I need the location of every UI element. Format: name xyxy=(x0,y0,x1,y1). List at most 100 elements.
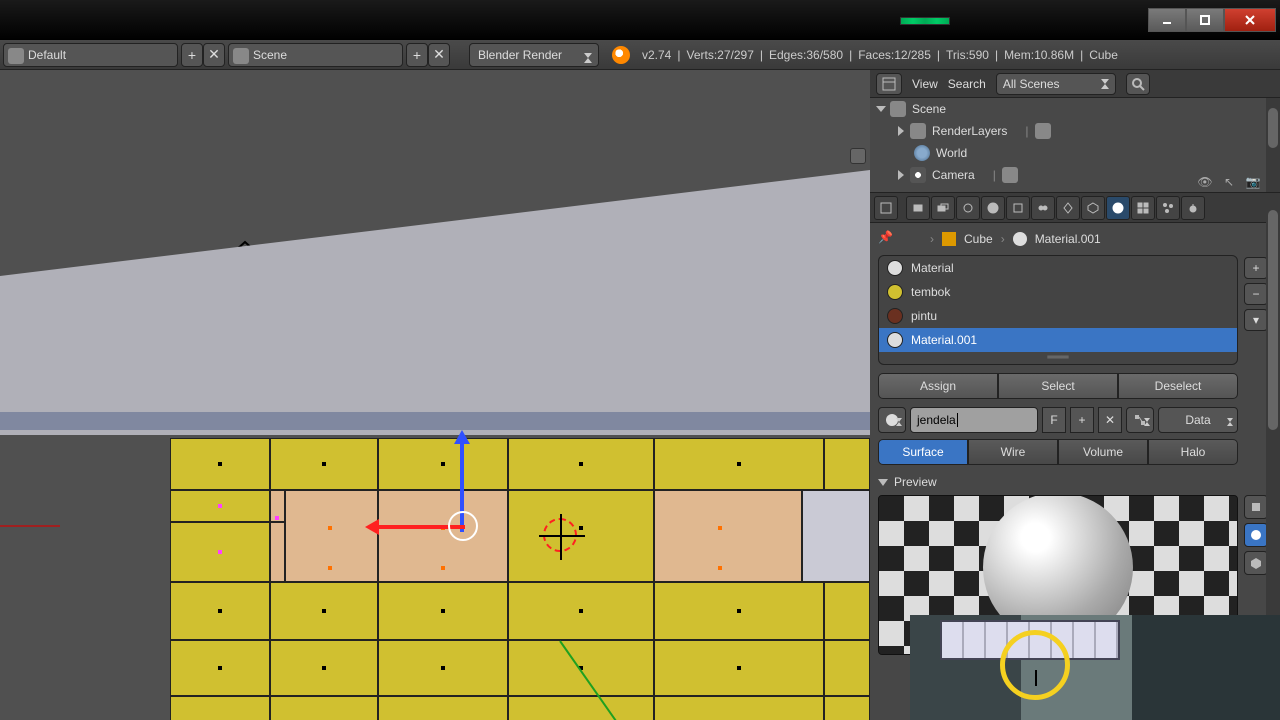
render-engine-label: Blender Render xyxy=(478,48,562,62)
outliner-label: Camera xyxy=(932,168,975,182)
material-slot[interactable]: tembok xyxy=(879,280,1237,304)
scrollbar-thumb[interactable] xyxy=(1268,210,1278,430)
scrollbar-thumb[interactable] xyxy=(1268,108,1278,148)
tab-world[interactable] xyxy=(981,196,1005,220)
material-unlink-button[interactable]: ✕ xyxy=(1098,407,1122,433)
window-close-button[interactable] xyxy=(1224,8,1276,32)
scene-add-button[interactable]: + xyxy=(406,43,428,67)
window-maximize-button[interactable] xyxy=(1186,8,1224,32)
visibility-eye-icon[interactable]: 👁 xyxy=(1196,174,1214,190)
breadcrumb-object[interactable]: Cube xyxy=(964,232,993,246)
outliner-search-icon[interactable] xyxy=(1126,73,1150,95)
text-cursor-icon xyxy=(1035,670,1037,686)
tab-renderlayers[interactable] xyxy=(931,196,955,220)
outliner-search-menu[interactable]: Search xyxy=(948,77,986,91)
selectable-cursor-icon[interactable]: ↖ xyxy=(1220,174,1238,190)
preview-label: Preview xyxy=(894,475,937,489)
tab-render[interactable] xyxy=(906,196,930,220)
tab-texture[interactable] xyxy=(1131,196,1155,220)
material-slot[interactable]: pintu xyxy=(879,304,1237,328)
tab-constraints[interactable] xyxy=(1031,196,1055,220)
stat-verts: Verts:27/297 xyxy=(686,48,753,62)
info-header: Default + ✕ Scene + ✕ Blender Render v2.… xyxy=(0,40,1280,70)
disclosure-icon[interactable] xyxy=(898,126,904,136)
material-remove-button[interactable]: − xyxy=(1244,283,1268,305)
shading-surface-button[interactable]: Surface xyxy=(878,439,968,465)
material-swatch xyxy=(887,260,903,276)
cube-icon xyxy=(942,232,956,246)
scene-label: Scene xyxy=(253,48,287,62)
material-add-button[interactable]: + xyxy=(1244,257,1268,279)
tab-modifiers[interactable] xyxy=(1056,196,1080,220)
scene-remove-button[interactable]: ✕ xyxy=(428,43,450,67)
renderlayers-icon xyxy=(910,123,926,139)
material-slot[interactable]: Material xyxy=(879,256,1237,280)
shading-halo-button[interactable]: Halo xyxy=(1148,439,1238,465)
renderlayer-sub-icon xyxy=(1035,123,1051,139)
material-slot[interactable]: Material.001 xyxy=(879,328,1237,352)
outliner-item-renderlayers[interactable]: RenderLayers | xyxy=(870,120,1280,142)
shading-volume-button[interactable]: Volume xyxy=(1058,439,1148,465)
tab-scene[interactable] xyxy=(956,196,980,220)
outliner-item-scene[interactable]: Scene xyxy=(870,98,1280,120)
3d-viewport[interactable] xyxy=(0,70,870,720)
preview-sphere-button[interactable] xyxy=(1244,523,1268,547)
material-browse-button[interactable] xyxy=(878,407,906,433)
activity-indicator xyxy=(900,17,950,25)
3d-cursor[interactable] xyxy=(543,518,577,552)
layout-selector[interactable]: Default xyxy=(3,43,178,67)
outliner-item-world[interactable]: World xyxy=(870,142,1280,164)
gizmo-center[interactable] xyxy=(448,511,478,541)
renderable-camera-icon[interactable]: 📷 xyxy=(1244,174,1262,190)
material-swatch xyxy=(887,332,903,348)
stat-version: v2.74 xyxy=(642,48,671,62)
breadcrumb-material[interactable]: Material.001 xyxy=(1035,232,1101,246)
select-button[interactable]: Select xyxy=(998,373,1118,399)
disclosure-icon[interactable] xyxy=(876,106,886,112)
outliner-filter-select[interactable]: All Scenes xyxy=(996,73,1116,95)
disclosure-icon[interactable] xyxy=(878,479,888,486)
tab-object[interactable] xyxy=(1006,196,1030,220)
outliner-label: Scene xyxy=(912,102,946,116)
material-specials-button[interactable]: ▾ xyxy=(1244,309,1268,331)
material-new-button[interactable]: + xyxy=(1070,407,1094,433)
material-name: Material.001 xyxy=(911,333,977,347)
material-name-input[interactable]: jendela xyxy=(910,407,1038,433)
layout-add-button[interactable]: + xyxy=(181,43,203,67)
outliner-scrollbar[interactable] xyxy=(1266,98,1280,192)
assign-button[interactable]: Assign xyxy=(878,373,998,399)
tab-physics[interactable] xyxy=(1181,196,1205,220)
material-slot-list[interactable]: Material tembok pintu Material.001 ═══ xyxy=(878,255,1238,365)
os-titlebar xyxy=(0,0,1280,40)
disclosure-icon[interactable] xyxy=(898,170,904,180)
editor-type-icon[interactable] xyxy=(874,196,898,220)
editor-type-icon[interactable] xyxy=(876,73,902,95)
tab-material[interactable] xyxy=(1106,196,1130,220)
preview-panel-header[interactable]: Preview xyxy=(878,475,1272,489)
window-minimize-button[interactable] xyxy=(1148,8,1186,32)
mesh-icon xyxy=(904,230,922,248)
cursor-highlight-ring xyxy=(1000,630,1070,700)
mesh-roof xyxy=(0,170,870,435)
render-engine-selector[interactable]: Blender Render xyxy=(469,43,599,67)
shading-wire-button[interactable]: Wire xyxy=(968,439,1058,465)
tab-data[interactable] xyxy=(1081,196,1105,220)
layout-remove-button[interactable]: ✕ xyxy=(203,43,225,67)
link-data-select[interactable]: Data xyxy=(1158,407,1238,433)
pin-icon[interactable]: 📌 xyxy=(878,230,896,248)
scene-selector[interactable]: Scene xyxy=(228,43,403,67)
outliner[interactable]: Scene RenderLayers | World Camera | xyxy=(870,98,1280,193)
mesh-wall[interactable] xyxy=(0,428,870,720)
preview-cube-button[interactable] xyxy=(1244,551,1268,575)
deselect-button[interactable]: Deselect xyxy=(1118,373,1238,399)
stat-edges: Edges:36/580 xyxy=(769,48,843,62)
tab-particles[interactable] xyxy=(1156,196,1180,220)
material-name: Material xyxy=(911,261,954,275)
fake-user-button[interactable]: F xyxy=(1042,407,1066,433)
nodes-button[interactable] xyxy=(1126,407,1154,433)
outliner-view-menu[interactable]: View xyxy=(912,77,938,91)
preview-flat-button[interactable] xyxy=(1244,495,1268,519)
viewport-plus-widget[interactable] xyxy=(850,148,866,164)
material-name: pintu xyxy=(911,309,937,323)
list-resize-handle[interactable]: ═══ xyxy=(879,352,1237,364)
